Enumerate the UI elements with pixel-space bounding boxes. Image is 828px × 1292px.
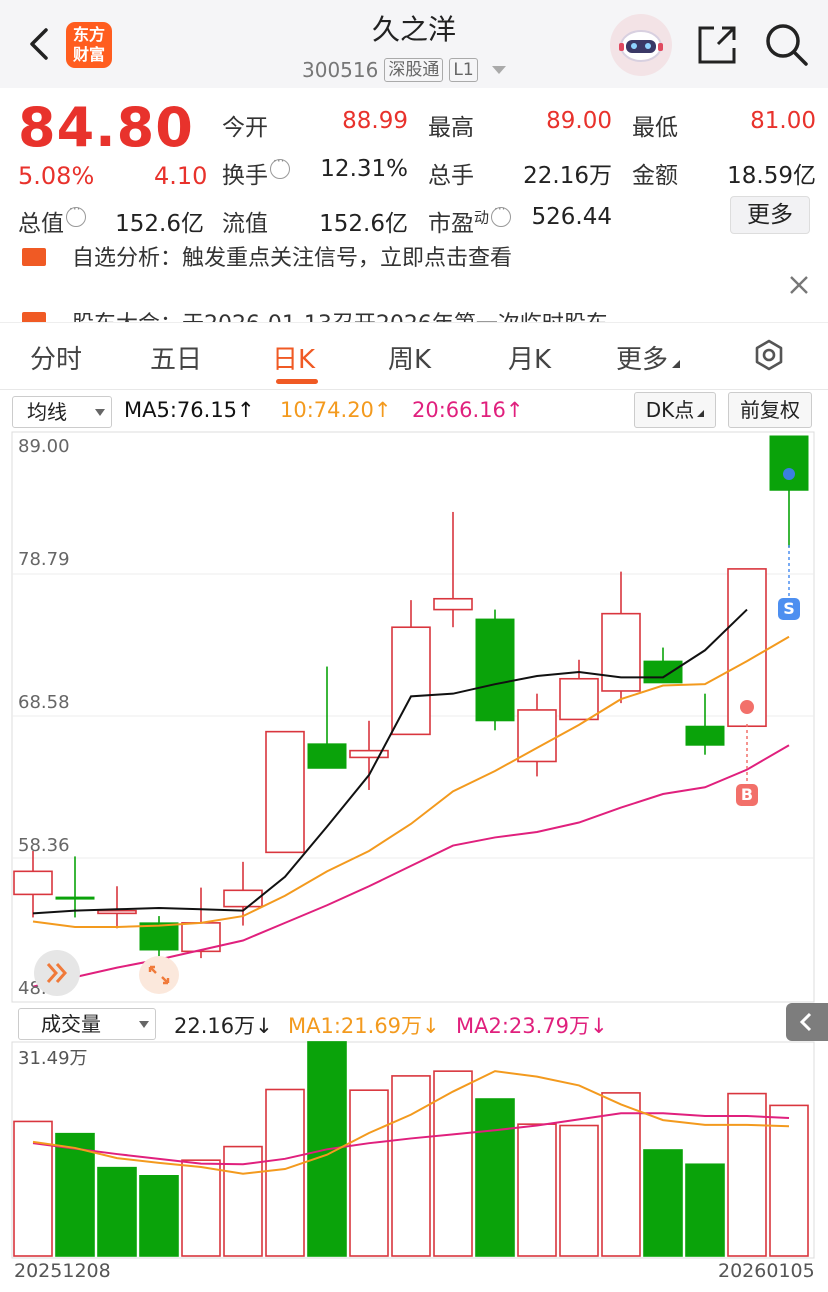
expand-arrows-icon[interactable] (138, 955, 180, 995)
date-end: 20260105 (718, 1260, 815, 1282)
y-axis-label-4: 58.36 (18, 835, 70, 856)
candle-body (643, 660, 683, 684)
volume-indicator-label: 成交量 (41, 1012, 101, 1036)
candle-body (517, 709, 557, 763)
buy-dot (740, 700, 754, 714)
chevron-left-icon (799, 1012, 812, 1032)
candle-body (391, 626, 431, 736)
volume-ma1: MA1:21.69万↓ (288, 1014, 440, 1038)
volume-bars (13, 1041, 809, 1257)
candle-body (13, 870, 53, 896)
candle-body (223, 889, 263, 908)
volume-bar (13, 1120, 53, 1257)
volume-max-label: 31.49万 (18, 1048, 88, 1069)
volume-bar (559, 1124, 599, 1257)
volume-ma2: MA2:23.79万↓ (456, 1014, 608, 1038)
volume-bar (181, 1159, 221, 1257)
candle-body (601, 612, 641, 692)
candle-body (685, 725, 725, 746)
y-axis-label-2: 78.79 (18, 549, 70, 570)
volume-bar (349, 1089, 389, 1257)
volume-bar (517, 1123, 557, 1257)
buy-point-marker[interactable]: B (736, 784, 758, 806)
candlestick-chart[interactable] (0, 0, 828, 1292)
candle-body (433, 597, 473, 611)
volume-indicator-select[interactable]: 成交量 (18, 1008, 156, 1040)
fast-forward-button[interactable] (34, 950, 80, 996)
caret-down-icon (139, 1021, 149, 1028)
volume-bar (769, 1104, 809, 1257)
candle-body (769, 435, 809, 491)
y-axis-label-3: 68.58 (18, 692, 70, 713)
candle-body (97, 909, 137, 915)
volume-bar (685, 1163, 725, 1257)
candle-body (559, 677, 599, 721)
candle-body (55, 896, 95, 900)
double-chevron-right-icon (46, 963, 68, 983)
volume-value: 22.16万↓ (174, 1014, 273, 1038)
volume-bar (727, 1092, 767, 1257)
sell-dot (783, 468, 795, 480)
candle-body (265, 730, 305, 854)
volume-bar (475, 1098, 515, 1257)
volume-bar (601, 1092, 641, 1257)
candle-body (475, 618, 515, 722)
candle-body (307, 743, 347, 769)
date-start: 20251208 (14, 1260, 111, 1282)
y-axis-label-1: 89.00 (18, 436, 70, 457)
sell-point-marker[interactable]: S (778, 598, 800, 620)
volume-bar (139, 1175, 179, 1257)
volume-bar (391, 1075, 431, 1257)
volume-bar (97, 1166, 137, 1257)
volume-bar (265, 1088, 305, 1257)
collapse-panel-button[interactable] (786, 1003, 828, 1041)
volume-bar (643, 1149, 683, 1257)
